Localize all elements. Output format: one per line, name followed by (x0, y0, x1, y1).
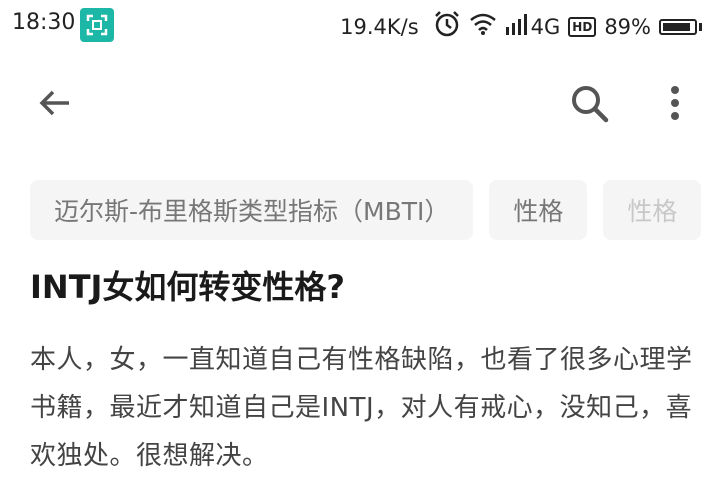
alarm-icon (433, 10, 461, 43)
status-time: 18:30 (12, 10, 76, 35)
battery-fill (663, 22, 690, 31)
status-bar: 18:30 19.4K/s 4G HD 89% (0, 0, 720, 50)
wifi-icon (469, 12, 497, 41)
app-bar (0, 60, 720, 150)
question-title[interactable]: INTJ女如何转变性格? (30, 262, 700, 308)
battery-icon (659, 18, 697, 35)
search-icon (569, 83, 609, 127)
topic-list: 迈尔斯-布里格斯类型指标（MBTI） 性格 性格 (30, 180, 720, 240)
more-vertical-icon (669, 85, 681, 125)
signal-icon (505, 13, 531, 40)
scan-icon (80, 8, 114, 42)
battery-percent: 89% (604, 14, 651, 39)
battery-tip (699, 22, 702, 31)
topic-chip-mbti[interactable]: 迈尔斯-布里格斯类型指标（MBTI） (30, 180, 474, 240)
topic-chip-personality[interactable]: 性格 (489, 180, 588, 240)
back-arrow-icon (37, 85, 73, 125)
back-button[interactable] (30, 80, 80, 130)
net-speed: 19.4K/s (340, 14, 419, 39)
status-icons: 19.4K/s 4G HD 89% (340, 10, 702, 43)
question-body[interactable]: 本人，女，一直知道自己有性格缺陷，也看了很多心理学书籍，最近才知道自己是INTJ… (30, 336, 698, 480)
topic-chip-personality-more[interactable]: 性格 (603, 180, 702, 240)
more-button[interactable] (655, 80, 695, 130)
hd-badge: HD (568, 16, 597, 37)
search-button[interactable] (564, 80, 614, 130)
network-type: 4G (530, 14, 561, 39)
